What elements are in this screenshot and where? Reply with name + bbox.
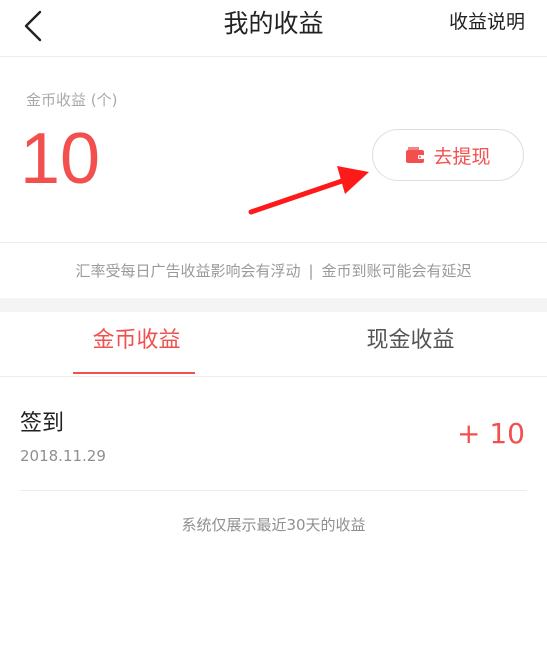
tab-coin-earnings[interactable]: 金币收益 [0, 312, 273, 376]
earnings-info-link[interactable]: 收益说明 [449, 8, 525, 36]
tab-cash-earnings[interactable]: 现金收益 [274, 312, 547, 376]
active-tab-indicator [73, 372, 195, 374]
withdraw-button-label: 去提现 [433, 145, 491, 168]
section-gap [0, 298, 547, 312]
record-title: 签到 [20, 411, 65, 436]
withdraw-button[interactable]: 去提现 [372, 129, 524, 181]
nav-bar: 我的收益 收益说明 [0, 0, 547, 57]
list-item: 签到 2018.11.29 + 10 [20, 377, 527, 491]
record-date: 2018.11.29 [20, 447, 106, 465]
earnings-tabs: 金币收益 现金收益 [0, 312, 547, 377]
history-limit-note: 系统仅展示最近30天的收益 [181, 516, 366, 534]
notice-rate-text: 汇率受每日广告收益影响会有浮动 [75, 262, 301, 280]
coin-earnings-label: 金币收益 (个) [26, 91, 118, 109]
record-amount: + 10 [457, 417, 525, 450]
exchange-rate-notice: 汇率受每日广告收益影响会有浮动 | 金币到账可能会有延迟 [0, 242, 547, 299]
notice-delay-text: 金币到账可能会有延迟 [321, 262, 472, 280]
notice-separator: | [308, 262, 314, 280]
coin-earnings-amount: 10 [20, 119, 101, 199]
wallet-icon [406, 147, 425, 163]
red-arrow-annotation [248, 166, 369, 215]
